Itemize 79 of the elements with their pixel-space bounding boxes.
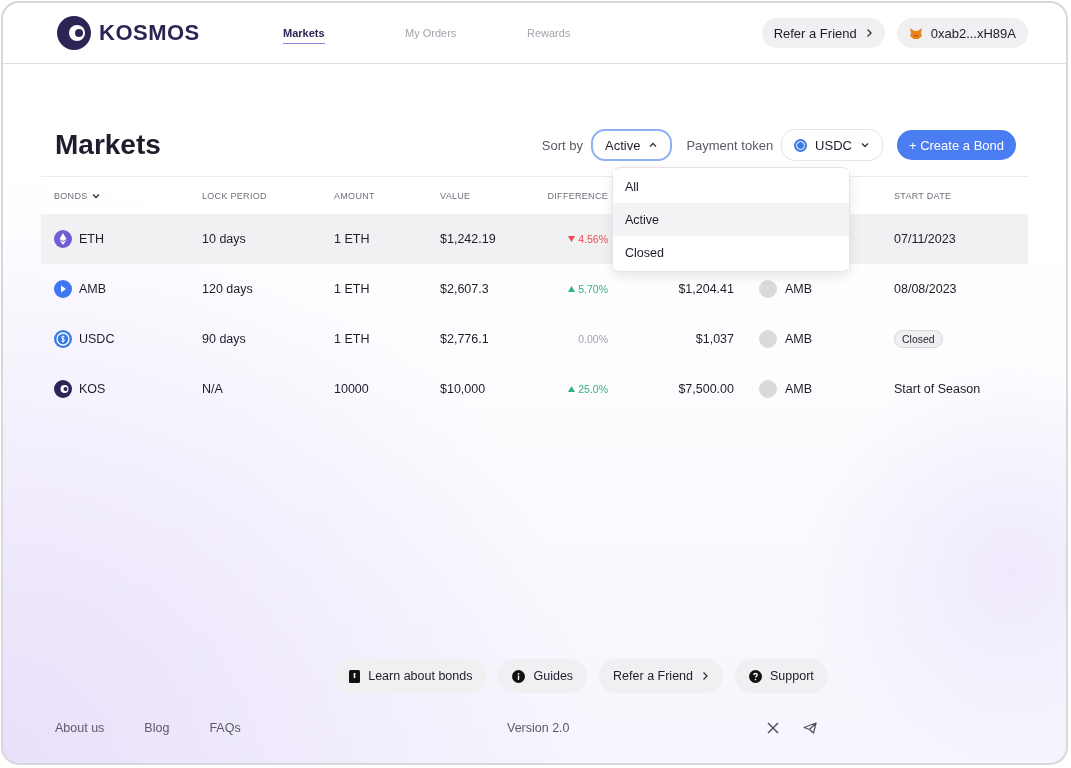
menu-option[interactable]: Closed (613, 236, 849, 269)
footer-button[interactable]: Learn about bonds (335, 659, 487, 693)
chevron-right-icon (864, 28, 873, 38)
value-cell: $2,776.1 (440, 332, 489, 346)
chevron-right-icon (701, 671, 709, 681)
refer-friend-button[interactable]: Refer a Friend (761, 18, 885, 48)
difference-cell: 4.56% (568, 233, 608, 245)
play-circle-icon (54, 280, 72, 298)
amount-cell: $7,500.00 (678, 382, 734, 396)
book-icon (349, 669, 361, 683)
difference-cell: 0.00% (578, 333, 608, 345)
triangle-up-icon (568, 386, 576, 392)
menu-option[interactable]: Active (613, 203, 849, 236)
crescent-logo-icon (57, 16, 91, 50)
fox-icon (908, 26, 923, 40)
wallet-button[interactable]: 0xab2...xH89A (896, 18, 1028, 48)
info-icon (512, 669, 526, 683)
amount-cell: 1 ETH (334, 232, 370, 246)
start-date-cell: 08/08/2023 (894, 282, 957, 296)
lock-period-cell: 120 days (202, 282, 253, 296)
token-avatar-icon (759, 330, 777, 348)
footer-button[interactable]: Guides (498, 659, 588, 693)
bond-name: KOS (79, 382, 106, 396)
lock-period-cell: 90 days (202, 332, 246, 346)
footer-button[interactable]: Support (735, 659, 828, 693)
value-cell: $2,607.3 (440, 282, 489, 296)
triangle-down-icon (568, 236, 576, 242)
lock-period-cell: N/A (202, 382, 223, 396)
version-text: Version 2.0 (507, 721, 571, 735)
bond-name: USDC (79, 332, 115, 346)
amount-cell: $1,037 (695, 332, 734, 346)
column-header[interactable]: BONDS (54, 190, 101, 201)
chevron-down-icon (859, 140, 870, 150)
difference-cell: 25.0% (568, 383, 608, 395)
value-cell: $1,242.19 (440, 232, 496, 246)
value-cell: $10,000 (440, 382, 486, 396)
triangle-up-icon (568, 286, 576, 292)
crescent-logo-icon (54, 380, 72, 398)
column-header: DIFFERENCE (547, 190, 608, 201)
footer-link[interactable]: Blog (144, 721, 170, 735)
column-header: VALUE (440, 190, 471, 201)
payment-label: Payment token (686, 137, 774, 153)
lock-period-cell: 10 days (202, 232, 246, 246)
usdc-coin-icon (54, 330, 72, 348)
token-cell: AMB (785, 282, 813, 296)
bond-name: ETH (79, 232, 104, 246)
sort-label: Sort by (541, 137, 583, 153)
chevron-up-icon (648, 140, 659, 150)
x-logo-icon[interactable] (767, 722, 779, 734)
bond-name: AMB (79, 282, 107, 296)
amount-cell: 1 ETH (334, 332, 370, 346)
start-date-cell: 07/11/2023 (894, 232, 956, 246)
token-dropdown[interactable]: USDC (781, 129, 883, 161)
difference-cell: 5.70% (568, 283, 608, 295)
footer-button[interactable]: Refer a Friend (599, 659, 723, 693)
column-header: AMOUNT (334, 190, 375, 201)
footer-link[interactable]: About us (55, 721, 105, 735)
create-bond-button[interactable]: + Create a Bond (896, 130, 1016, 160)
logo-text: KOSMOS (99, 20, 200, 46)
status-badge: Closed (894, 330, 943, 348)
nav-tab[interactable]: Markets (283, 23, 405, 43)
amount-cell: 10000 (334, 382, 369, 396)
paper-plane-icon[interactable] (803, 722, 817, 734)
amount-cell: $1,204.41 (678, 282, 734, 296)
token-avatar-icon (759, 280, 777, 298)
column-header: LOCK PERIOD (202, 190, 267, 201)
token-cell: AMB (785, 382, 813, 396)
menu-option[interactable]: All (613, 170, 849, 203)
token-cell: AMB (785, 332, 813, 346)
ethereum-icon (54, 230, 72, 248)
amount-cell: 1 ETH (334, 282, 370, 296)
page-title: Markets (55, 129, 162, 161)
footer-link[interactable]: FAQs (209, 721, 241, 735)
sort-dropdown[interactable]: Active (591, 129, 673, 161)
column-header: START DATE (894, 190, 952, 201)
start-date-cell: Start of Season (894, 382, 981, 396)
help-icon (749, 669, 762, 683)
coin-icon (794, 138, 808, 152)
token-avatar-icon (759, 380, 777, 398)
